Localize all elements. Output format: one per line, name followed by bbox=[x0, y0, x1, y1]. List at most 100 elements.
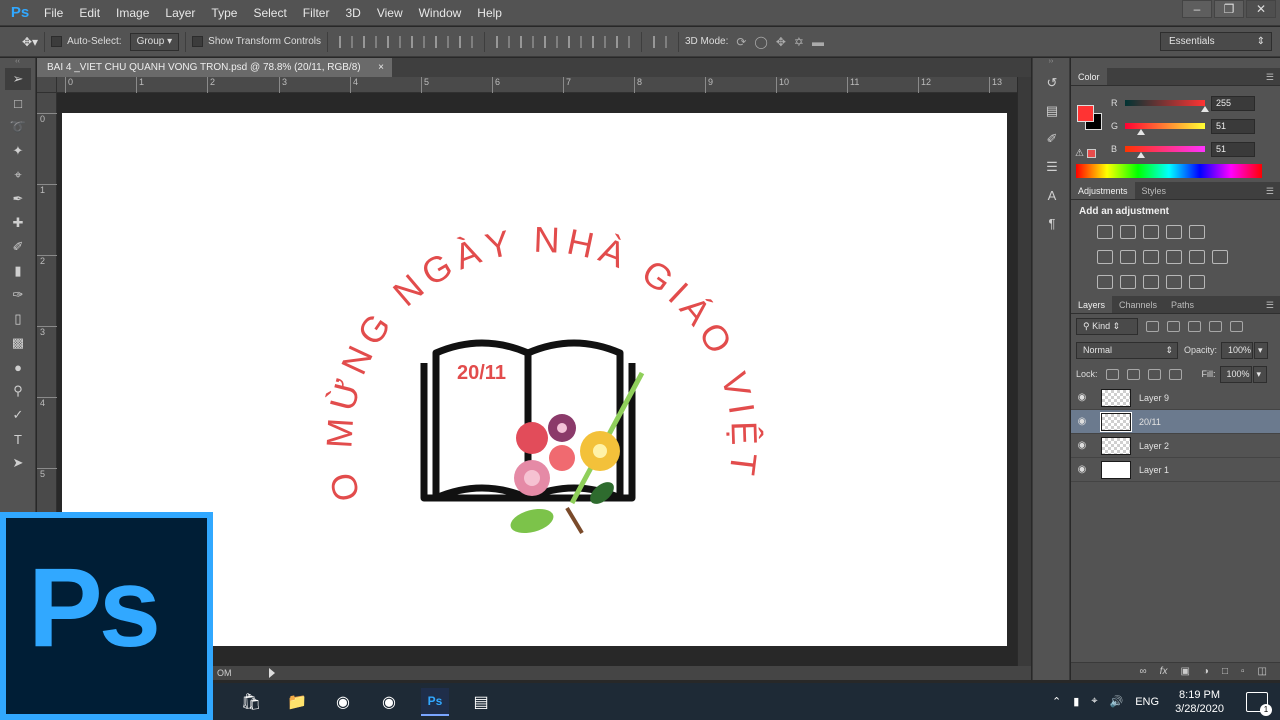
dodge-tool-icon[interactable]: ⚲ bbox=[5, 380, 31, 402]
close-tab-icon[interactable]: × bbox=[378, 58, 384, 77]
app-misc-icon[interactable]: ▤ bbox=[467, 688, 495, 716]
magic-wand-tool-icon[interactable]: ✦ bbox=[5, 140, 31, 162]
type-tool-icon[interactable]: T bbox=[5, 428, 31, 450]
menu-file[interactable]: File bbox=[36, 0, 71, 26]
gradient-map-icon[interactable] bbox=[1189, 275, 1205, 289]
language-indicator[interactable]: ENG bbox=[1135, 696, 1159, 708]
paragraph-panel-icon[interactable]: ¶ bbox=[1040, 212, 1064, 234]
align-right-icon[interactable] bbox=[459, 35, 473, 48]
filter-shape-icon[interactable] bbox=[1209, 320, 1222, 332]
show-hidden-icons-icon[interactable]: ⌃ bbox=[1052, 695, 1061, 708]
align-bottom-icon[interactable] bbox=[387, 35, 401, 48]
3d-rotate-icon[interactable]: ⟳ bbox=[736, 35, 746, 49]
align-left-icon[interactable] bbox=[411, 35, 425, 48]
distribute-vcenter-icon[interactable] bbox=[520, 35, 534, 48]
menu-window[interactable]: Window bbox=[411, 0, 470, 26]
status-menu-arrow-icon[interactable] bbox=[269, 668, 275, 678]
volume-icon[interactable]: 🔊 bbox=[1110, 695, 1124, 708]
blue-value-field[interactable]: 51 bbox=[1211, 142, 1255, 157]
green-thumb[interactable] bbox=[1137, 129, 1145, 135]
lasso-tool-icon[interactable]: ➰ bbox=[5, 116, 31, 138]
blend-mode-dropdown[interactable]: Normal ⇕ bbox=[1076, 341, 1178, 359]
photoshop-taskbar-icon[interactable]: Ps bbox=[421, 688, 449, 716]
layer-name[interactable]: 20/11 bbox=[1139, 417, 1161, 427]
show-transform-checkbox[interactable] bbox=[192, 36, 204, 47]
move-tool-icon[interactable]: ✥▾ bbox=[22, 35, 38, 49]
adjustment-layer-icon[interactable]: ◑ bbox=[1203, 666, 1209, 677]
menu-image[interactable]: Image bbox=[108, 0, 157, 26]
horizontal-ruler[interactable]: 0 1 2 3 4 5 6 7 8 9 10 11 12 13 bbox=[57, 77, 1017, 93]
filter-kind-dropdown[interactable]: ⚲ Kind ⇕ bbox=[1076, 317, 1138, 335]
restore-button[interactable]: ❐ bbox=[1214, 0, 1244, 18]
fill-arrow-icon[interactable]: ▾ bbox=[1252, 365, 1267, 383]
eyedropper-tool-icon[interactable]: ✒ bbox=[5, 188, 31, 210]
menu-type[interactable]: Type bbox=[203, 0, 245, 26]
filter-type-icon[interactable] bbox=[1188, 320, 1201, 332]
hue-saturation-icon[interactable] bbox=[1097, 250, 1113, 264]
visibility-eye-icon[interactable]: ◉ bbox=[1071, 392, 1093, 403]
red-slider[interactable]: R 255 bbox=[1111, 96, 1276, 112]
panel-menu-icon[interactable]: ☰ bbox=[1266, 296, 1280, 313]
green-slider[interactable]: G 51 bbox=[1111, 119, 1276, 135]
link-icon[interactable]: ∞ bbox=[1140, 666, 1147, 677]
gamut-warning-icon[interactable]: ⚠ bbox=[1075, 148, 1084, 159]
fx-icon[interactable]: fx bbox=[1160, 666, 1168, 677]
path-selection-tool-icon[interactable]: ➤ bbox=[5, 452, 31, 474]
brush-panel-icon[interactable]: ✐ bbox=[1040, 128, 1064, 150]
distribute-hcenter-icon[interactable] bbox=[592, 35, 606, 48]
chrome-icon[interactable]: ◉ bbox=[375, 688, 403, 716]
channel-mixer-icon[interactable] bbox=[1189, 250, 1205, 264]
pen-tool-icon[interactable]: ✓ bbox=[5, 404, 31, 426]
document-tab[interactable]: BAI 4 _VIET CHU QUANH VONG TRON.psd @ 78… bbox=[37, 58, 392, 77]
distribute-left-icon[interactable] bbox=[568, 35, 582, 48]
layer-row[interactable]: ◉ Layer 9 bbox=[1071, 386, 1280, 410]
layer-row[interactable]: ◉ Layer 2 bbox=[1071, 434, 1280, 458]
distribute-bottom-icon[interactable] bbox=[544, 35, 558, 48]
color-spectrum[interactable] bbox=[1076, 164, 1262, 178]
filter-adjustment-icon[interactable] bbox=[1167, 320, 1180, 332]
brightness-contrast-icon[interactable] bbox=[1097, 225, 1113, 239]
opacity-arrow-icon[interactable]: ▾ bbox=[1254, 341, 1269, 359]
visibility-eye-icon[interactable]: ◉ bbox=[1071, 464, 1093, 475]
red-value-field[interactable]: 255 bbox=[1211, 96, 1255, 111]
layer-name[interactable]: Layer 2 bbox=[1139, 441, 1169, 451]
distribute-top-icon[interactable] bbox=[496, 35, 510, 48]
menu-filter[interactable]: Filter bbox=[295, 0, 338, 26]
app-orange-icon[interactable]: ◉ bbox=[329, 688, 357, 716]
3d-slide-icon[interactable]: ✡ bbox=[794, 35, 804, 49]
foreground-color-swatch[interactable] bbox=[1077, 105, 1094, 122]
brush-presets-panel-icon[interactable]: ☰ bbox=[1040, 156, 1064, 178]
panel-menu-icon[interactable]: ☰ bbox=[1266, 182, 1280, 199]
layer-name[interactable]: Layer 9 bbox=[1139, 393, 1169, 403]
visibility-eye-icon[interactable]: ◉ bbox=[1071, 440, 1093, 451]
tab-styles[interactable]: Styles bbox=[1135, 182, 1174, 199]
folder-icon[interactable]: □ bbox=[1222, 666, 1228, 677]
menu-view[interactable]: View bbox=[369, 0, 411, 26]
auto-select-dropdown[interactable]: Group ▾ bbox=[129, 32, 180, 51]
healing-brush-tool-icon[interactable]: ✚ bbox=[5, 212, 31, 234]
blue-thumb[interactable] bbox=[1137, 152, 1145, 158]
properties-panel-icon[interactable]: ▤ bbox=[1040, 100, 1064, 122]
minimize-button[interactable]: – bbox=[1182, 0, 1212, 18]
history-brush-tool-icon[interactable]: ✑ bbox=[5, 284, 31, 306]
layer-row[interactable]: ◉ Layer 1 bbox=[1071, 458, 1280, 482]
lock-position-icon[interactable] bbox=[1147, 368, 1161, 380]
eraser-tool-icon[interactable]: ▯ bbox=[5, 308, 31, 330]
3d-roll-icon[interactable]: ◯ bbox=[754, 35, 767, 49]
lock-image-icon[interactable] bbox=[1126, 368, 1140, 380]
wifi-icon[interactable]: ⌖ bbox=[1091, 695, 1097, 708]
panel-menu-icon[interactable]: ☰ bbox=[1266, 68, 1280, 85]
history-panel-icon[interactable]: ↺ bbox=[1040, 72, 1064, 94]
opacity-field[interactable]: 100% bbox=[1221, 341, 1254, 359]
crop-tool-icon[interactable]: ⌖ bbox=[5, 164, 31, 186]
invert-icon[interactable] bbox=[1097, 275, 1113, 289]
move-tool-icon[interactable]: ➢ bbox=[5, 68, 31, 90]
zoom-status-text[interactable]: OM bbox=[217, 668, 232, 678]
align-hcenter-icon[interactable] bbox=[435, 35, 449, 48]
auto-align-icon[interactable] bbox=[653, 35, 667, 48]
character-panel-icon[interactable]: A bbox=[1040, 184, 1064, 206]
color-lookup-icon[interactable] bbox=[1212, 250, 1228, 264]
fill-field[interactable]: 100% bbox=[1219, 365, 1252, 383]
vibrance-icon[interactable] bbox=[1189, 225, 1205, 239]
menu-3d[interactable]: 3D bbox=[337, 0, 368, 26]
